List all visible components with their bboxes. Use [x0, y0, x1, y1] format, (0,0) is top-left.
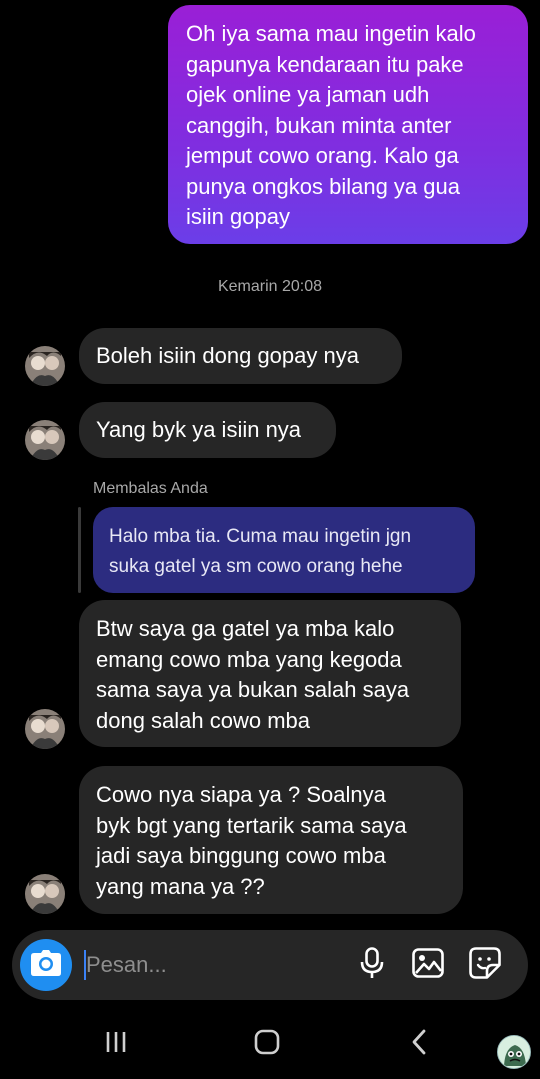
message-input[interactable]: [86, 948, 336, 982]
microphone-button[interactable]: [354, 946, 390, 984]
incoming-message[interactable]: Cowo nya siapa ya ? Soalnya byk bgt yang…: [79, 766, 463, 914]
incoming-message[interactable]: Yang byk ya isiin nya: [79, 402, 336, 458]
home-icon: [254, 1029, 280, 1060]
sender-avatar[interactable]: [25, 420, 65, 460]
outgoing-message[interactable]: Oh iya sama mau ingetin kalo gapunya ken…: [168, 5, 528, 244]
camera-icon: [31, 949, 61, 981]
back-icon: [410, 1029, 428, 1060]
gallery-icon: [412, 947, 444, 983]
sender-avatar[interactable]: [25, 874, 65, 914]
sticker-button[interactable]: [467, 946, 503, 984]
home-button[interactable]: [247, 1026, 287, 1062]
recent-apps-icon: [104, 1030, 128, 1059]
gallery-button[interactable]: [410, 947, 446, 983]
message-composer: [12, 930, 528, 1000]
incoming-message[interactable]: Boleh isiin dong gopay nya: [79, 328, 402, 384]
sticker-icon: [469, 946, 501, 984]
incoming-message[interactable]: Btw saya ga gatel ya mba kalo emang cowo…: [79, 600, 461, 747]
sender-avatar[interactable]: [25, 709, 65, 749]
back-button[interactable]: [399, 1026, 439, 1062]
reply-indicator-bar: [78, 507, 81, 593]
message-timestamp: Kemarin 20:08: [217, 278, 323, 295]
microphone-icon: [360, 946, 384, 984]
sender-avatar[interactable]: [25, 346, 65, 386]
camera-button[interactable]: [20, 939, 72, 991]
quoted-message[interactable]: Halo mba tia. Cuma mau ingetin jgn suka …: [93, 507, 475, 593]
reply-label: Membalas Anda: [93, 480, 208, 497]
recent-apps-button[interactable]: [96, 1026, 136, 1062]
floating-avatar[interactable]: [497, 1035, 531, 1069]
system-navigation-bar: [0, 1008, 540, 1079]
